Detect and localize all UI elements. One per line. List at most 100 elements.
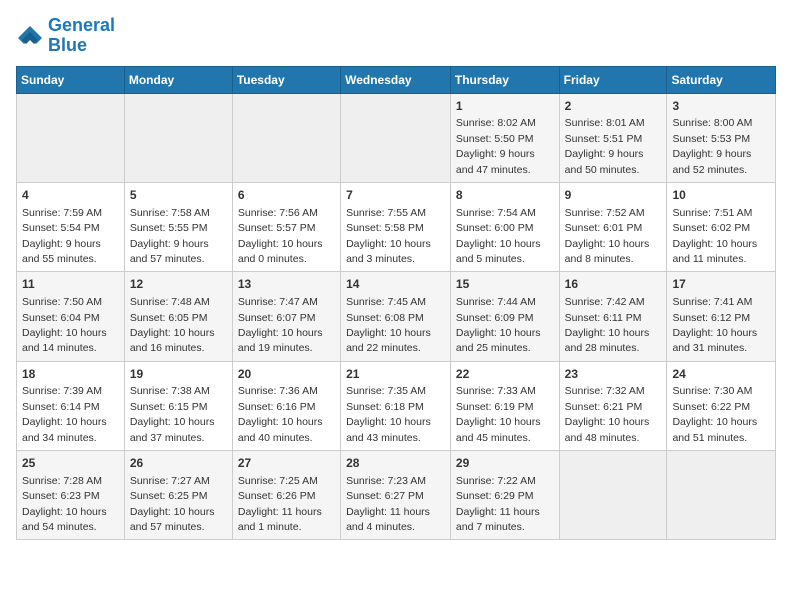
day-number: 24 bbox=[672, 366, 770, 383]
calendar-cell: 5 Sunrise: 7:58 AM Sunset: 5:55 PM Daylig… bbox=[124, 182, 232, 271]
calendar-cell: 3 Sunrise: 8:00 AM Sunset: 5:53 PM Daylig… bbox=[667, 93, 776, 182]
day-info: Sunrise: 7:44 AM Sunset: 6:09 PM Dayligh… bbox=[456, 296, 541, 354]
calendar-cell: 14Sunrise: 7:45 AM Sunset: 6:08 PM Dayli… bbox=[341, 272, 451, 361]
calendar-table: SundayMondayTuesdayWednesdayThursdayFrid… bbox=[16, 66, 776, 541]
day-info: Sunrise: 7:45 AM Sunset: 6:08 PM Dayligh… bbox=[346, 296, 431, 354]
week-row-1: 1 Sunrise: 8:02 AM Sunset: 5:50 PM Daylig… bbox=[17, 93, 776, 182]
calendar-cell bbox=[341, 93, 451, 182]
day-info: Sunrise: 7:42 AM Sunset: 6:11 PM Dayligh… bbox=[565, 296, 650, 354]
calendar-cell: 29 Sunrise: 7:22 AM Sunset: 6:29 PM Dayli… bbox=[450, 451, 559, 540]
day-info: Sunrise: 7:35 AM Sunset: 6:18 PM Dayligh… bbox=[346, 385, 431, 443]
day-number: 15 bbox=[456, 276, 554, 293]
day-header-saturday: Saturday bbox=[667, 66, 776, 93]
calendar-cell: 21 Sunrise: 7:35 AM Sunset: 6:18 PM Dayli… bbox=[341, 361, 451, 450]
calendar-cell: 1 Sunrise: 8:02 AM Sunset: 5:50 PM Daylig… bbox=[450, 93, 559, 182]
day-info: Sunrise: 7:39 AM Sunset: 6:14 PM Dayligh… bbox=[22, 385, 107, 443]
day-number: 2 bbox=[565, 98, 662, 115]
day-info: Sunrise: 7:33 AM Sunset: 6:19 PM Dayligh… bbox=[456, 385, 541, 443]
day-info: Sunrise: 7:36 AM Sunset: 6:16 PM Dayligh… bbox=[238, 385, 323, 443]
day-number: 6 bbox=[238, 187, 335, 204]
day-info: Sunrise: 7:54 AM Sunset: 6:00 PM Dayligh… bbox=[456, 207, 541, 265]
calendar-cell: 7 Sunrise: 7:55 AM Sunset: 5:58 PM Daylig… bbox=[341, 182, 451, 271]
calendar-cell: 8 Sunrise: 7:54 AM Sunset: 6:00 PM Daylig… bbox=[450, 182, 559, 271]
day-number: 16 bbox=[565, 276, 662, 293]
day-info: Sunrise: 7:50 AM Sunset: 6:04 PM Dayligh… bbox=[22, 296, 107, 354]
calendar-cell: 26 Sunrise: 7:27 AM Sunset: 6:25 PM Dayli… bbox=[124, 451, 232, 540]
calendar-cell: 11 Sunrise: 7:50 AM Sunset: 6:04 PM Dayli… bbox=[17, 272, 125, 361]
day-info: Sunrise: 7:41 AM Sunset: 6:12 PM Dayligh… bbox=[672, 296, 757, 354]
day-number: 11 bbox=[22, 276, 119, 293]
day-info: Sunrise: 7:38 AM Sunset: 6:15 PM Dayligh… bbox=[130, 385, 215, 443]
day-header-wednesday: Wednesday bbox=[341, 66, 451, 93]
day-header-tuesday: Tuesday bbox=[232, 66, 340, 93]
day-info: Sunrise: 7:22 AM Sunset: 6:29 PM Dayligh… bbox=[456, 475, 540, 533]
calendar-cell: 27Sunrise: 7:25 AM Sunset: 6:26 PM Dayli… bbox=[232, 451, 340, 540]
calendar-cell: 15 Sunrise: 7:44 AM Sunset: 6:09 PM Dayli… bbox=[450, 272, 559, 361]
calendar-cell: 16 Sunrise: 7:42 AM Sunset: 6:11 PM Dayli… bbox=[559, 272, 667, 361]
calendar-cell: 12Sunrise: 7:48 AM Sunset: 6:05 PM Dayli… bbox=[124, 272, 232, 361]
week-row-2: 4 Sunrise: 7:59 AM Sunset: 5:54 PM Daylig… bbox=[17, 182, 776, 271]
day-number: 9 bbox=[565, 187, 662, 204]
day-number: 12 bbox=[130, 276, 227, 293]
day-number: 29 bbox=[456, 455, 554, 472]
calendar-cell: 24 Sunrise: 7:30 AM Sunset: 6:22 PM Dayli… bbox=[667, 361, 776, 450]
calendar-cell: 10 Sunrise: 7:51 AM Sunset: 6:02 PM Dayli… bbox=[667, 182, 776, 271]
day-header-sunday: Sunday bbox=[17, 66, 125, 93]
day-number: 7 bbox=[346, 187, 445, 204]
day-number: 8 bbox=[456, 187, 554, 204]
calendar-cell: 20 Sunrise: 7:36 AM Sunset: 6:16 PM Dayli… bbox=[232, 361, 340, 450]
logo-text: General Blue bbox=[48, 16, 115, 56]
day-info: Sunrise: 7:51 AM Sunset: 6:02 PM Dayligh… bbox=[672, 207, 757, 265]
calendar-cell: 23 Sunrise: 7:32 AM Sunset: 6:21 PM Dayli… bbox=[559, 361, 667, 450]
day-info: Sunrise: 7:58 AM Sunset: 5:55 PM Dayligh… bbox=[130, 207, 210, 265]
day-number: 3 bbox=[672, 98, 770, 115]
day-info: Sunrise: 7:47 AM Sunset: 6:07 PM Dayligh… bbox=[238, 296, 323, 354]
day-number: 25 bbox=[22, 455, 119, 472]
calendar-cell: 22 Sunrise: 7:33 AM Sunset: 6:19 PM Dayli… bbox=[450, 361, 559, 450]
calendar-cell bbox=[667, 451, 776, 540]
calendar-cell: 17 Sunrise: 7:41 AM Sunset: 6:12 PM Dayli… bbox=[667, 272, 776, 361]
calendar-cell: 4 Sunrise: 7:59 AM Sunset: 5:54 PM Daylig… bbox=[17, 182, 125, 271]
calendar-cell: 18 Sunrise: 7:39 AM Sunset: 6:14 PM Dayli… bbox=[17, 361, 125, 450]
logo: General Blue bbox=[16, 16, 115, 56]
day-number: 27 bbox=[238, 455, 335, 472]
day-info: Sunrise: 7:56 AM Sunset: 5:57 PM Dayligh… bbox=[238, 207, 323, 265]
calendar-cell: 2 Sunrise: 8:01 AM Sunset: 5:51 PM Daylig… bbox=[559, 93, 667, 182]
calendar-cell: 28 Sunrise: 7:23 AM Sunset: 6:27 PM Dayli… bbox=[341, 451, 451, 540]
day-info: Sunrise: 7:28 AM Sunset: 6:23 PM Dayligh… bbox=[22, 475, 107, 533]
logo-icon bbox=[16, 24, 44, 48]
day-headers-row: SundayMondayTuesdayWednesdayThursdayFrid… bbox=[17, 66, 776, 93]
day-number: 18 bbox=[22, 366, 119, 383]
calendar-cell: 6 Sunrise: 7:56 AM Sunset: 5:57 PM Daylig… bbox=[232, 182, 340, 271]
day-number: 20 bbox=[238, 366, 335, 383]
day-number: 22 bbox=[456, 366, 554, 383]
day-info: Sunrise: 8:01 AM Sunset: 5:51 PM Dayligh… bbox=[565, 117, 645, 175]
day-number: 23 bbox=[565, 366, 662, 383]
calendar-cell: 13Sunrise: 7:47 AM Sunset: 6:07 PM Dayli… bbox=[232, 272, 340, 361]
day-number: 28 bbox=[346, 455, 445, 472]
week-row-4: 18 Sunrise: 7:39 AM Sunset: 6:14 PM Dayli… bbox=[17, 361, 776, 450]
day-info: Sunrise: 7:55 AM Sunset: 5:58 PM Dayligh… bbox=[346, 207, 431, 265]
calendar-cell: 19Sunrise: 7:38 AM Sunset: 6:15 PM Dayli… bbox=[124, 361, 232, 450]
day-info: Sunrise: 7:30 AM Sunset: 6:22 PM Dayligh… bbox=[672, 385, 757, 443]
calendar-cell bbox=[17, 93, 125, 182]
day-number: 5 bbox=[130, 187, 227, 204]
day-number: 10 bbox=[672, 187, 770, 204]
day-info: Sunrise: 8:02 AM Sunset: 5:50 PM Dayligh… bbox=[456, 117, 536, 175]
day-info: Sunrise: 8:00 AM Sunset: 5:53 PM Dayligh… bbox=[672, 117, 752, 175]
calendar-cell: 25 Sunrise: 7:28 AM Sunset: 6:23 PM Dayli… bbox=[17, 451, 125, 540]
day-info: Sunrise: 7:23 AM Sunset: 6:27 PM Dayligh… bbox=[346, 475, 430, 533]
day-info: Sunrise: 7:32 AM Sunset: 6:21 PM Dayligh… bbox=[565, 385, 650, 443]
calendar-cell: 9Sunrise: 7:52 AM Sunset: 6:01 PM Daylig… bbox=[559, 182, 667, 271]
day-number: 4 bbox=[22, 187, 119, 204]
week-row-3: 11 Sunrise: 7:50 AM Sunset: 6:04 PM Dayli… bbox=[17, 272, 776, 361]
day-number: 26 bbox=[130, 455, 227, 472]
day-info: Sunrise: 7:59 AM Sunset: 5:54 PM Dayligh… bbox=[22, 207, 102, 265]
day-header-friday: Friday bbox=[559, 66, 667, 93]
week-row-5: 25 Sunrise: 7:28 AM Sunset: 6:23 PM Dayli… bbox=[17, 451, 776, 540]
day-number: 1 bbox=[456, 98, 554, 115]
day-number: 17 bbox=[672, 276, 770, 293]
day-info: Sunrise: 7:27 AM Sunset: 6:25 PM Dayligh… bbox=[130, 475, 215, 533]
page-header: General Blue bbox=[16, 16, 776, 56]
day-number: 21 bbox=[346, 366, 445, 383]
